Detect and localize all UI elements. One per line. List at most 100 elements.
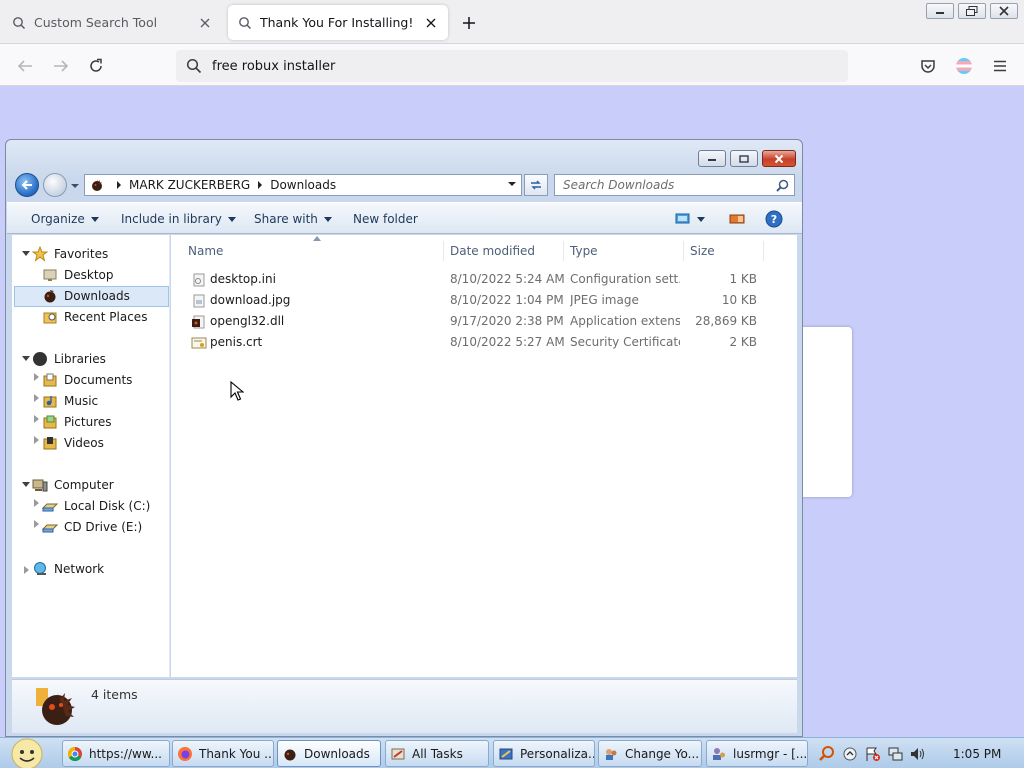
preview-pane-button[interactable] — [729, 210, 745, 228]
column-header-type[interactable]: Type — [564, 241, 684, 261]
explorer-back-button[interactable] — [15, 173, 39, 197]
expand-computer-icon[interactable] — [22, 482, 30, 487]
organize-button[interactable]: Organize — [31, 210, 99, 228]
explorer-maximize-button[interactable] — [730, 150, 758, 167]
taskbar-clock[interactable]: 1:05 PM — [953, 747, 1001, 761]
file-row-opengl32-dll[interactable]: opengl32.dll 9/17/2020 2:38 PM Applicati… — [179, 312, 779, 333]
taskbar-item-lusrmgr[interactable]: lusrmgr - [... — [706, 740, 808, 767]
file-row-download-jpg[interactable]: download.jpg 8/10/2022 1:04 PM JPEG imag… — [179, 291, 779, 312]
nav-item-cd-drive[interactable]: CD Drive (E:) — [42, 517, 142, 537]
change-view-button[interactable] — [675, 210, 705, 228]
chevron-up-icon[interactable] — [843, 747, 857, 761]
volume-icon[interactable] — [909, 746, 925, 762]
browser-close-button[interactable] — [990, 3, 1018, 19]
account-avatar-icon[interactable] — [951, 53, 977, 79]
new-tab-button[interactable] — [458, 12, 480, 34]
nav-label: Videos — [64, 436, 104, 450]
nav-item-recent-places[interactable]: Recent Places — [42, 307, 147, 327]
file-size: 10 KB — [721, 293, 757, 307]
nav-label: CD Drive (E:) — [64, 520, 143, 534]
nav-item-music[interactable]: Music — [42, 391, 98, 411]
address-dropdown-icon[interactable] — [507, 180, 517, 188]
nav-item-downloads[interactable]: Downloads — [42, 286, 130, 306]
search-icon[interactable] — [776, 179, 789, 192]
share-with-button[interactable]: Share with — [254, 210, 332, 228]
file-date: 8/10/2022 1:04 PM — [450, 293, 564, 307]
taskbar: https://ww... Thank You ... Downloads Al… — [0, 737, 1024, 768]
explorer-close-button[interactable] — [762, 150, 796, 167]
include-in-library-button[interactable]: Include in library — [121, 210, 236, 228]
file-row-desktop-ini[interactable]: desktop.ini 8/10/2022 5:24 AM Configurat… — [179, 270, 779, 291]
taskbar-item-change-your[interactable]: Change Yo... — [598, 740, 702, 767]
nav-item-libraries[interactable]: Libraries — [32, 349, 106, 369]
action-center-flag-icon[interactable] — [865, 746, 881, 762]
recent-pages-chevron-icon[interactable] — [70, 182, 80, 190]
explorer-forward-button[interactable] — [43, 173, 67, 197]
breadcrumb-downloads[interactable]: Downloads — [270, 178, 336, 192]
explorer-minimize-button[interactable] — [698, 150, 726, 167]
close-tab-icon[interactable] — [198, 16, 212, 30]
expand-local-disk-icon[interactable] — [34, 499, 39, 507]
column-header-name[interactable]: Name — [182, 241, 444, 261]
expand-music-icon[interactable] — [34, 394, 39, 402]
file-date: 8/10/2022 5:24 AM — [450, 272, 565, 286]
browser-restore-button[interactable] — [958, 3, 986, 19]
expand-libraries-icon[interactable] — [22, 356, 30, 361]
chevron-down-icon — [323, 216, 332, 222]
new-folder-button[interactable]: New folder — [353, 210, 418, 228]
nav-item-computer[interactable]: Computer — [32, 475, 114, 495]
breadcrumb-arrow-icon[interactable] — [254, 179, 266, 191]
share-with-label: Share with — [254, 212, 318, 226]
close-tab-icon[interactable] — [424, 16, 438, 30]
column-header-date-modified[interactable]: Date modified — [444, 241, 564, 261]
expand-favorites-icon[interactable] — [22, 251, 30, 256]
breadcrumb-user[interactable]: MARK ZUCKERBERG — [129, 178, 250, 192]
address-bar[interactable]: free robux installer — [176, 50, 848, 82]
reload-button[interactable] — [83, 53, 109, 79]
search-tray-icon[interactable] — [818, 745, 836, 763]
start-button[interactable] — [6, 738, 48, 768]
nav-item-documents[interactable]: Documents — [42, 370, 132, 390]
expand-documents-icon[interactable] — [34, 373, 39, 381]
expand-pictures-icon[interactable] — [34, 415, 39, 423]
nav-item-pictures[interactable]: Pictures — [42, 412, 112, 432]
organize-label: Organize — [31, 212, 85, 226]
file-type: Configuration sett... — [570, 272, 680, 286]
taskbar-item-all-tasks[interactable]: All Tasks — [385, 740, 489, 767]
breadcrumb-arrow-icon[interactable] — [113, 179, 125, 191]
network-tray-icon[interactable] — [887, 746, 903, 762]
nav-label: Local Disk (C:) — [64, 499, 151, 513]
taskbar-item-downloads[interactable]: Downloads — [277, 740, 381, 767]
nav-label: Pictures — [64, 415, 112, 429]
nav-item-desktop[interactable]: Desktop — [42, 265, 114, 285]
pocket-icon[interactable] — [915, 53, 941, 79]
expand-network-icon[interactable] — [24, 566, 29, 574]
nav-item-videos[interactable]: Videos — [42, 433, 104, 453]
explorer-search-input[interactable]: Search Downloads — [554, 174, 795, 196]
expand-videos-icon[interactable] — [34, 436, 39, 444]
explorer-folder-icon — [282, 746, 298, 762]
taskbar-item-chrome[interactable]: https://ww... — [62, 740, 170, 767]
column-header-size[interactable]: Size — [684, 241, 764, 261]
taskbar-item-firefox[interactable]: Thank You ... — [172, 740, 274, 767]
tab-custom-search-tool[interactable]: Custom Search Tool — [2, 5, 222, 40]
nav-item-network[interactable]: Network — [32, 559, 104, 579]
tab-thank-you[interactable]: Thank You For Installing! — [228, 5, 448, 40]
menu-icon[interactable] — [987, 53, 1013, 79]
control-panel-icon — [390, 746, 406, 762]
back-button[interactable] — [12, 53, 38, 79]
browser-minimize-button[interactable] — [926, 3, 954, 19]
explorer-address-bar[interactable]: MARK ZUCKERBERG Downloads — [84, 174, 522, 196]
taskbar-label: lusrmgr - [... — [733, 746, 808, 761]
hard-drive-icon — [42, 498, 58, 514]
explorer-window: MARK ZUCKERBERG Downloads Search Downloa… — [5, 139, 803, 737]
help-button[interactable]: ? — [765, 210, 783, 228]
forward-button[interactable] — [48, 53, 74, 79]
nav-item-local-disk[interactable]: Local Disk (C:) — [42, 496, 150, 516]
nav-item-favorites[interactable]: Favorites — [32, 244, 108, 264]
file-row-penis-crt[interactable]: penis.crt 8/10/2022 5:27 AM Security Cer… — [179, 333, 779, 354]
taskbar-item-personalization[interactable]: Personaliza... — [493, 740, 595, 767]
explorer-refresh-button[interactable] — [524, 174, 548, 196]
nav-label: Recent Places — [64, 310, 148, 324]
expand-cd-drive-icon[interactable] — [34, 520, 39, 528]
